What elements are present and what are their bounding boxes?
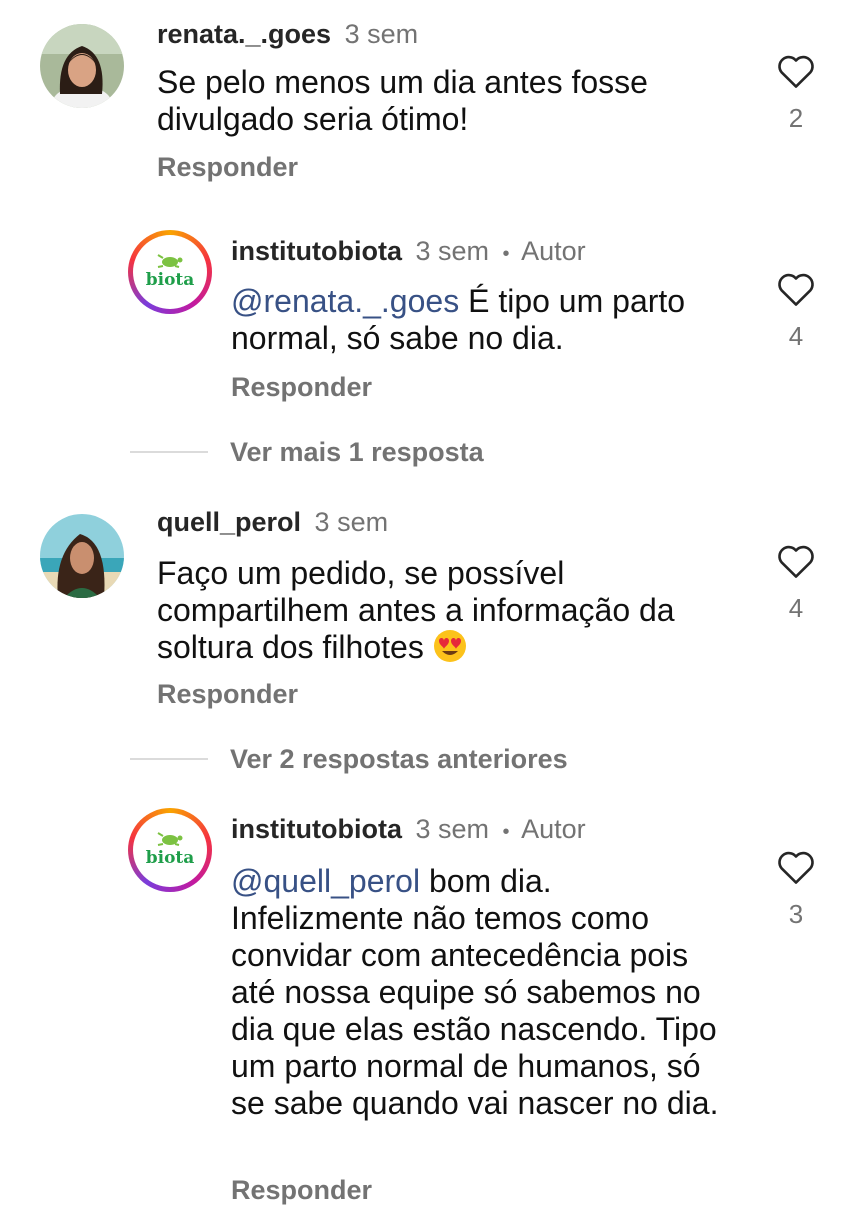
heart-eyes-emoji-icon [433, 630, 466, 662]
reply-button[interactable]: Responder [231, 1173, 372, 1207]
separator-dot: • [502, 243, 510, 265]
view-previous-replies-button[interactable]: Ver 2 respostas anteriores [130, 742, 568, 776]
comment-body: bom dia. Infelizmente não temos como con… [231, 863, 719, 1121]
avatar[interactable]: biota [128, 230, 212, 314]
comment-text: Se pelo menos um dia antes fosse divulga… [157, 64, 717, 138]
like-control: 3 [771, 849, 821, 929]
like-count: 2 [788, 103, 804, 133]
comment-body: Se pelo menos um dia antes fosse divulga… [157, 64, 648, 137]
comment-header: renata._.goes 3 sem [157, 17, 418, 51]
heart-icon[interactable] [776, 849, 816, 885]
separator-dot: • [502, 821, 510, 843]
mention-link[interactable]: @quell_perol [231, 863, 420, 899]
comment-header: institutobiota 3 sem • Autor [231, 812, 586, 849]
comment-text: Faço um pedido, se possível compartilhem… [157, 555, 732, 666]
view-more-replies-button[interactable]: Ver mais 1 resposta [130, 435, 484, 469]
brand-logo: biota [145, 848, 195, 868]
comment-text: @quell_perol bom dia. Infelizmente não t… [231, 863, 731, 1122]
heart-icon[interactable] [776, 543, 816, 579]
like-count: 4 [788, 593, 804, 623]
username[interactable]: renata._.goes [157, 19, 331, 49]
timestamp: 3 sem [415, 814, 490, 844]
like-count: 4 [788, 321, 804, 351]
view-previous-label: Ver 2 respostas anteriores [230, 743, 568, 774]
view-more-label: Ver mais 1 resposta [230, 436, 484, 467]
divider-line [130, 451, 208, 453]
mention-link[interactable]: @renata._.goes [231, 283, 459, 319]
reply-button[interactable]: Responder [157, 677, 298, 711]
heart-icon[interactable] [776, 271, 816, 307]
comment-body: Faço um pedido, se possível compartilhem… [157, 555, 675, 665]
comment-header: quell_perol 3 sem [157, 505, 388, 539]
like-count: 3 [788, 899, 804, 929]
brand-logo: biota [145, 270, 195, 290]
author-badge: Autor [521, 236, 586, 266]
heart-icon[interactable] [776, 53, 816, 89]
turtle-logo-icon [157, 254, 183, 268]
timestamp: 3 sem [344, 19, 419, 49]
avatar[interactable]: biota [128, 808, 212, 892]
like-control: 2 [771, 53, 821, 133]
like-control: 4 [771, 543, 821, 623]
comment-header: institutobiota 3 sem • Autor [231, 234, 586, 271]
username[interactable]: institutobiota [231, 814, 402, 844]
reply-button[interactable]: Responder [157, 150, 298, 184]
divider-line [130, 758, 208, 760]
comment-text: @renata._.goes É tipo um parto normal, s… [231, 283, 731, 357]
avatar[interactable] [40, 24, 124, 108]
username[interactable]: quell_perol [157, 507, 301, 537]
author-badge: Autor [521, 814, 586, 844]
reply-button[interactable]: Responder [231, 370, 372, 404]
username[interactable]: institutobiota [231, 236, 402, 266]
timestamp: 3 sem [415, 236, 490, 266]
avatar[interactable] [40, 514, 124, 598]
timestamp: 3 sem [314, 507, 389, 537]
like-control: 4 [771, 271, 821, 351]
turtle-logo-icon [157, 832, 183, 846]
